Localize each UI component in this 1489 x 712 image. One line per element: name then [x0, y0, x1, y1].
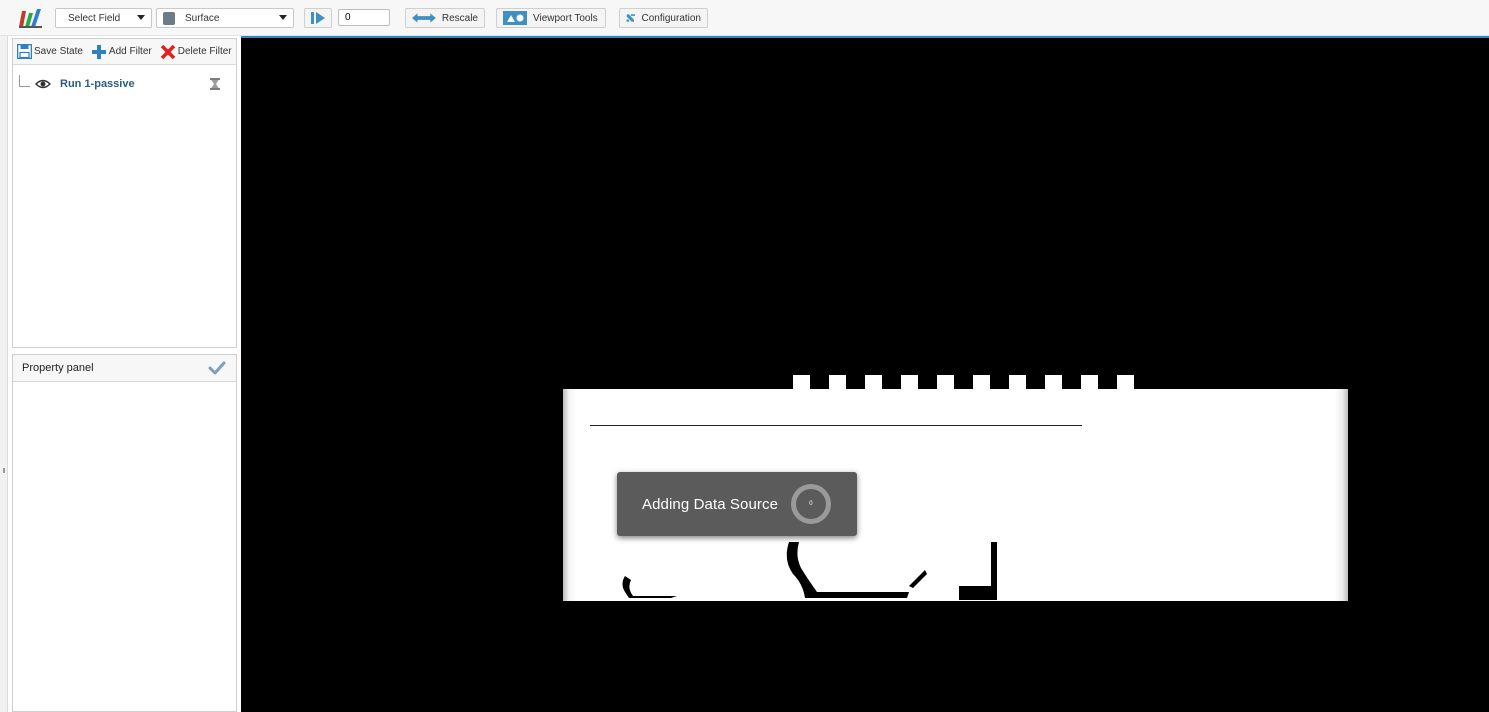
delete-filter-button[interactable]: Delete Filter	[160, 44, 232, 60]
save-state-label: Save State	[34, 46, 83, 57]
progress-spinner: 0	[791, 484, 831, 524]
field-select-value: Select Field	[68, 12, 121, 24]
pipeline-toolbar: Save State Add Filter Delete Filter	[13, 39, 236, 65]
configuration-button[interactable]: Configuration	[619, 8, 708, 28]
paraview-logo-icon[interactable]	[18, 8, 44, 28]
rendered-tooth	[793, 375, 810, 390]
viewport-tools-button[interactable]: Viewport Tools	[496, 8, 606, 28]
representation-select-value: Surface	[185, 12, 220, 24]
rendered-tooth	[865, 375, 882, 390]
property-panel-header: Property panel	[13, 355, 236, 382]
eye-icon[interactable]	[35, 79, 51, 89]
chevron-down-icon	[279, 15, 287, 20]
viewport-tools-icon	[503, 11, 527, 25]
pipeline-item[interactable]: Run 1-passive	[17, 75, 232, 95]
checkmark-icon[interactable]	[208, 361, 226, 375]
progress-text: 0	[809, 501, 813, 507]
pipeline-browser: Save State Add Filter Delete Filter Run …	[12, 38, 237, 348]
add-filter-label: Add Filter	[108, 46, 152, 57]
representation-select[interactable]: Surface	[156, 8, 294, 28]
rendered-tooth	[1009, 375, 1026, 390]
left-splitter[interactable]	[0, 36, 8, 712]
viewport-tools-label: Viewport Tools	[533, 12, 598, 24]
rendered-tooth	[901, 375, 918, 390]
play-icon	[311, 12, 325, 24]
rendered-edge-line	[590, 425, 1082, 426]
splitter-handle[interactable]	[3, 468, 5, 473]
loading-toast: Adding Data Source 0	[617, 472, 857, 536]
save-state-button[interactable]: Save State	[17, 44, 83, 59]
rescale-label: Rescale	[441, 12, 478, 24]
progress-spinner-inner: 0	[796, 489, 826, 519]
configuration-label: Configuration	[641, 12, 701, 24]
plus-icon	[91, 44, 106, 59]
horizontal-arrows-icon	[412, 13, 436, 23]
play-button[interactable]	[304, 8, 332, 28]
rendered-tooth	[937, 375, 954, 390]
rendered-tooth	[1045, 375, 1062, 390]
rescale-button[interactable]: Rescale	[405, 8, 485, 28]
delete-filter-label: Delete Filter	[177, 46, 232, 57]
tree-connector	[19, 75, 30, 87]
cube-icon	[163, 11, 175, 25]
rendered-tooth	[973, 375, 990, 390]
time-input[interactable]	[338, 9, 390, 26]
pipeline-item-label[interactable]: Run 1-passive	[60, 78, 135, 90]
toast-message: Adding Data Source	[642, 495, 779, 513]
chevron-down-icon	[137, 15, 145, 20]
add-filter-button[interactable]: Add Filter	[91, 44, 152, 60]
rendered-dark-shapes	[622, 542, 997, 600]
property-panel: Property panel	[12, 354, 237, 712]
rendered-tooth	[829, 375, 846, 390]
wrench-icon	[626, 14, 635, 22]
close-icon	[160, 44, 175, 59]
rendered-tooth	[1081, 375, 1098, 390]
property-panel-title: Property panel	[22, 362, 94, 374]
main-toolbar: Select Field Surface Rescale Viewport To…	[0, 0, 1489, 36]
render-viewport[interactable]: Adding Data Source 0	[241, 36, 1489, 712]
field-select[interactable]: Select Field	[55, 8, 152, 28]
trash-icon[interactable]	[209, 77, 221, 91]
rendered-tooth	[1117, 375, 1134, 390]
save-icon	[17, 44, 32, 59]
